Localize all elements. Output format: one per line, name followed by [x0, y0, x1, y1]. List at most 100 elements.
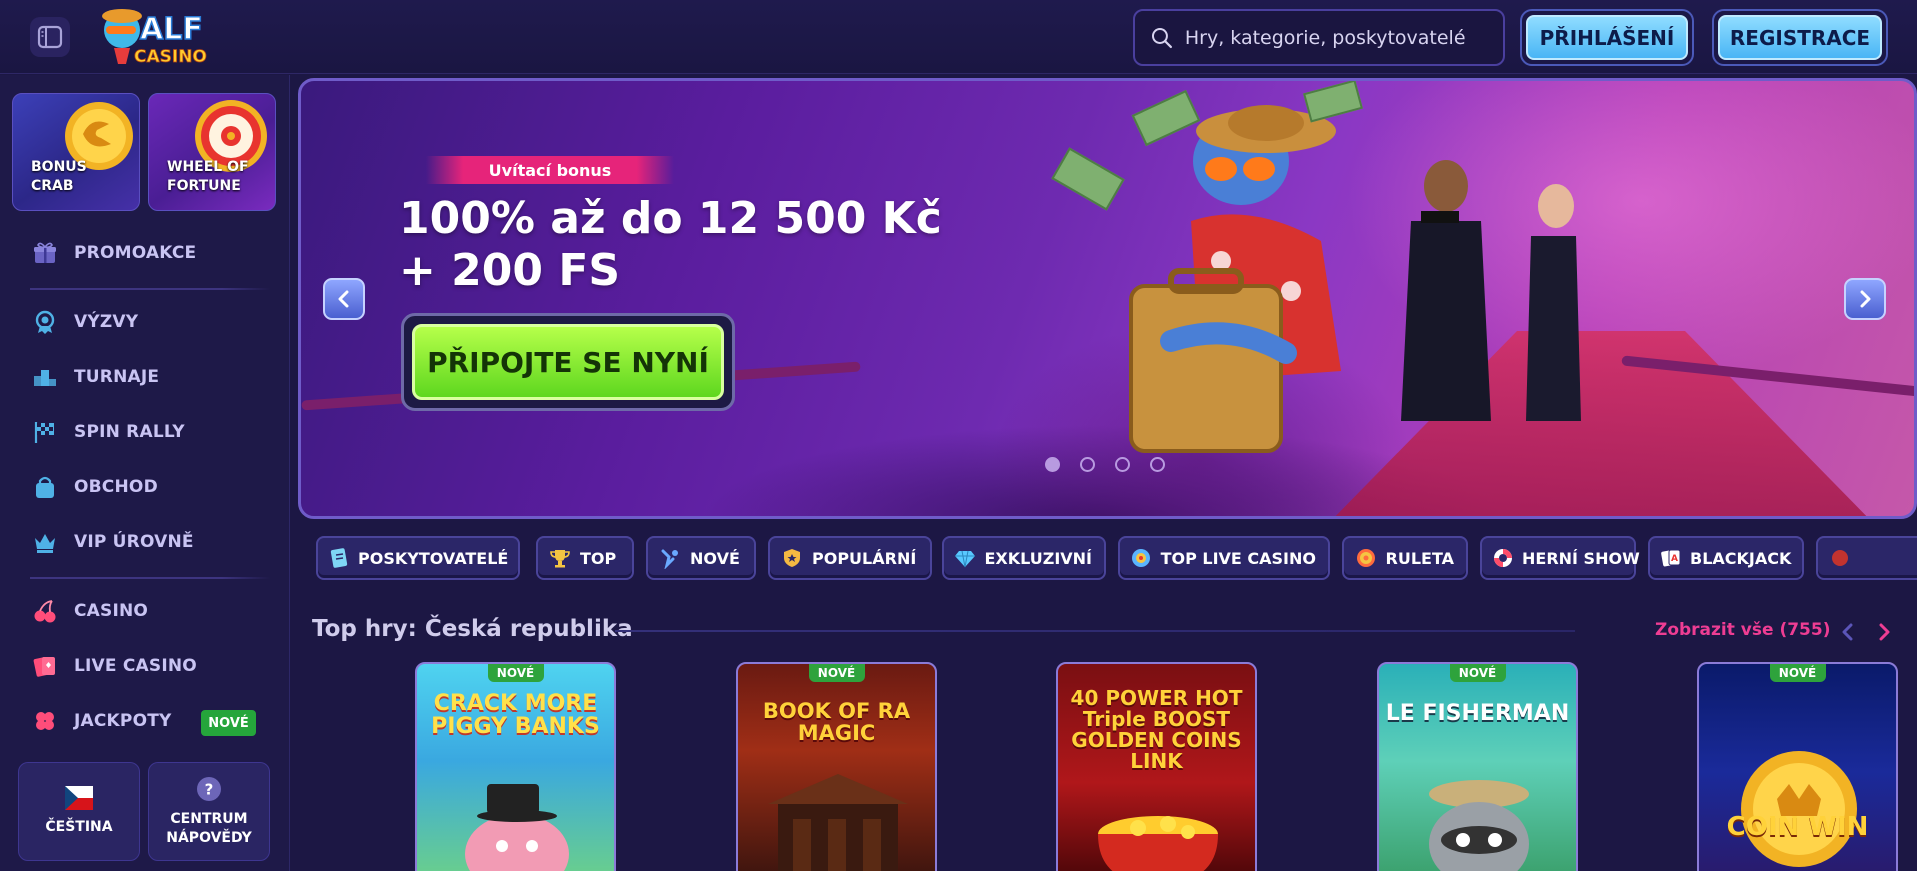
login-button-label: PŘIHLÁŠENÍ: [1526, 15, 1688, 60]
sidebar: BONUS CRAB WHEEL OF FORTUNE PROMOAKCE VÝ…: [0, 75, 290, 871]
temple-illustration: [768, 774, 908, 871]
roulette-icon: [1354, 546, 1378, 570]
search-box[interactable]: [1133, 9, 1505, 66]
category-providers[interactable]: POSKYTOVATELÉ: [316, 536, 520, 580]
clover-icon: [30, 706, 60, 736]
sidebar-item-label: PROMOAKCE: [74, 243, 197, 263]
svg-text:ALF: ALF: [140, 12, 203, 47]
game-title: COIN WIN: [1726, 812, 1869, 842]
question-icon: ?: [197, 776, 221, 801]
games-prev-button[interactable]: [1836, 620, 1860, 644]
chevron-left-icon: [1842, 623, 1853, 641]
sidebar-item-label: SPIN RALLY: [74, 422, 185, 442]
sidebar-item-vyzvy[interactable]: VÝZVY: [30, 306, 138, 338]
sidebar-divider: [30, 288, 270, 290]
gold-pot-illustration: [1098, 816, 1218, 871]
login-button[interactable]: PŘIHLÁŠENÍ: [1520, 9, 1694, 66]
game-title: CRACK MORE PIGGY BANKS: [431, 691, 600, 740]
raccoon-illustration: [1429, 780, 1529, 871]
view-all-link[interactable]: Zobrazit vše (755): [1655, 620, 1830, 640]
category-blackjack[interactable]: A BLACKJACK: [1648, 536, 1804, 580]
trophy-icon: [548, 546, 572, 570]
new-icon: [658, 546, 682, 570]
lifebuoy-icon: [1492, 546, 1514, 570]
crown-icon: [30, 527, 60, 557]
bonus-crab-label-2: CRAB: [31, 178, 74, 194]
chevron-right-icon: [1860, 290, 1871, 308]
carousel-dot[interactable]: [1080, 457, 1095, 472]
carousel-next-button[interactable]: [1844, 278, 1886, 320]
category-top-live-casino[interactable]: TOP LIVE CASINO: [1118, 536, 1330, 580]
sidebar-item-label: VIP ÚROVNĚ: [74, 532, 194, 552]
category-label: POPULÁRNÍ: [812, 548, 917, 568]
game-tile-40-power-hot[interactable]: 40 POWER HOT Triple BOOST GOLDEN COINS L…: [1056, 662, 1257, 871]
new-badge: NOVÉ: [808, 664, 865, 682]
category-new[interactable]: NOVÉ: [646, 536, 756, 580]
sidebar-item-jackpoty[interactable]: JACKPOTY: [30, 705, 172, 737]
wheel-of-fortune-card[interactable]: WHEEL OF FORTUNE: [148, 93, 276, 211]
document-icon: [328, 546, 350, 570]
games-next-button[interactable]: [1872, 620, 1896, 644]
category-label: TOP LIVE CASINO: [1160, 548, 1316, 568]
register-button[interactable]: REGISTRACE: [1712, 9, 1888, 66]
category-label: EXKLUZIVNÍ: [984, 548, 1092, 568]
sidebar-divider: [30, 577, 270, 579]
new-badge: NOVÉ: [201, 710, 256, 736]
search-icon: [1151, 27, 1172, 48]
alf-casino-logo[interactable]: ALF CASINO: [96, 6, 216, 68]
cards-icon: [30, 651, 60, 681]
category-top[interactable]: TOP: [536, 536, 634, 580]
sidebar-item-label: JACKPOTY: [74, 711, 172, 731]
category-label: NOVÉ: [690, 548, 740, 568]
top-games-title: Top hry: Česká republika: [312, 616, 633, 642]
carousel-prev-button[interactable]: [323, 278, 365, 320]
gift-icon: [30, 238, 60, 268]
category-popular[interactable]: POPULÁRNÍ: [768, 536, 932, 580]
game-tile-book-of-ra-magic[interactable]: NOVÉ BOOK OF RA MAGIC: [736, 662, 937, 871]
help-center-button[interactable]: ? CENTRUM NÁPOVĚDY: [148, 762, 270, 861]
category-label: HERNÍ SHOW: [1522, 548, 1640, 568]
hero-banner[interactable]: Uvítací bonus 100% až do 12 500 Kč + 200…: [298, 78, 1917, 519]
sidebar-item-live-casino[interactable]: LIVE CASINO: [30, 650, 197, 682]
diamond-icon: [954, 546, 976, 570]
category-game-show[interactable]: HERNÍ SHOW: [1480, 536, 1640, 580]
game-tile-le-fisherman[interactable]: NOVÉ LE FISHERMAN: [1377, 662, 1578, 871]
carousel-dot[interactable]: [1115, 457, 1130, 472]
game-tile-crack-more-piggy-banks[interactable]: NOVÉ CRACK MORE PIGGY BANKS: [415, 662, 616, 871]
category-bar: POSKYTOVATELÉ TOP NOVÉ POPULÁRNÍ EXKLUZI…: [316, 536, 1917, 580]
sidebar-item-turnaje[interactable]: TURNAJE: [30, 361, 159, 393]
sidebar-item-promoakce[interactable]: PROMOAKCE: [30, 237, 196, 269]
category-label: TOP: [580, 548, 617, 568]
sidebar-item-label: LIVE CASINO: [74, 656, 197, 676]
sidebar-item-obchod[interactable]: OBCHOD: [30, 471, 158, 503]
search-input[interactable]: [1184, 26, 1503, 49]
partial-category-icon: [1828, 546, 1852, 570]
carousel-dot[interactable]: [1045, 457, 1060, 472]
sidebar-item-casino[interactable]: CASINO: [30, 595, 148, 627]
sidebar-item-spin-rally[interactable]: SPIN RALLY: [30, 416, 185, 448]
category-label: BLACKJACK: [1690, 548, 1792, 568]
sidebar-toggle-button[interactable]: [30, 17, 70, 57]
sidebar-toggle-icon: [37, 25, 63, 49]
language-button[interactable]: ČEŠTINA: [18, 762, 140, 861]
sidebar-item-vip[interactable]: VIP ÚROVNĚ: [30, 526, 194, 558]
category-more[interactable]: [1816, 536, 1917, 580]
top-header: ALF CASINO PŘIHLÁŠENÍ REGISTRACE: [0, 0, 1917, 74]
new-badge: NOVÉ: [1769, 664, 1826, 682]
sidebar-item-label: CASINO: [74, 601, 149, 621]
join-now-button[interactable]: PŘIPOJTE SE NYNÍ: [401, 313, 735, 411]
category-exclusive[interactable]: EXKLUZIVNÍ: [942, 536, 1106, 580]
hero-title: 100% až do 12 500 Kč + 200 FS: [399, 193, 959, 297]
help-label-2: NÁPOVĚDY: [166, 829, 252, 846]
game-tile-coin-win[interactable]: NOVÉ COIN WIN: [1697, 662, 1898, 871]
live-icon: [1130, 546, 1153, 570]
sidebar-item-label: OBCHOD: [74, 477, 158, 497]
new-badge: NOVÉ: [487, 664, 544, 682]
carousel-dot[interactable]: [1150, 457, 1165, 472]
game-title: LE FISHERMAN: [1385, 701, 1570, 726]
chevron-left-icon: [338, 290, 349, 308]
cherries-icon: [30, 596, 60, 626]
game-title: 40 POWER HOT Triple BOOST GOLDEN COINS L…: [1070, 686, 1243, 773]
category-roulette[interactable]: RULETA: [1342, 536, 1468, 580]
bonus-crab-card[interactable]: BONUS CRAB: [12, 93, 140, 211]
